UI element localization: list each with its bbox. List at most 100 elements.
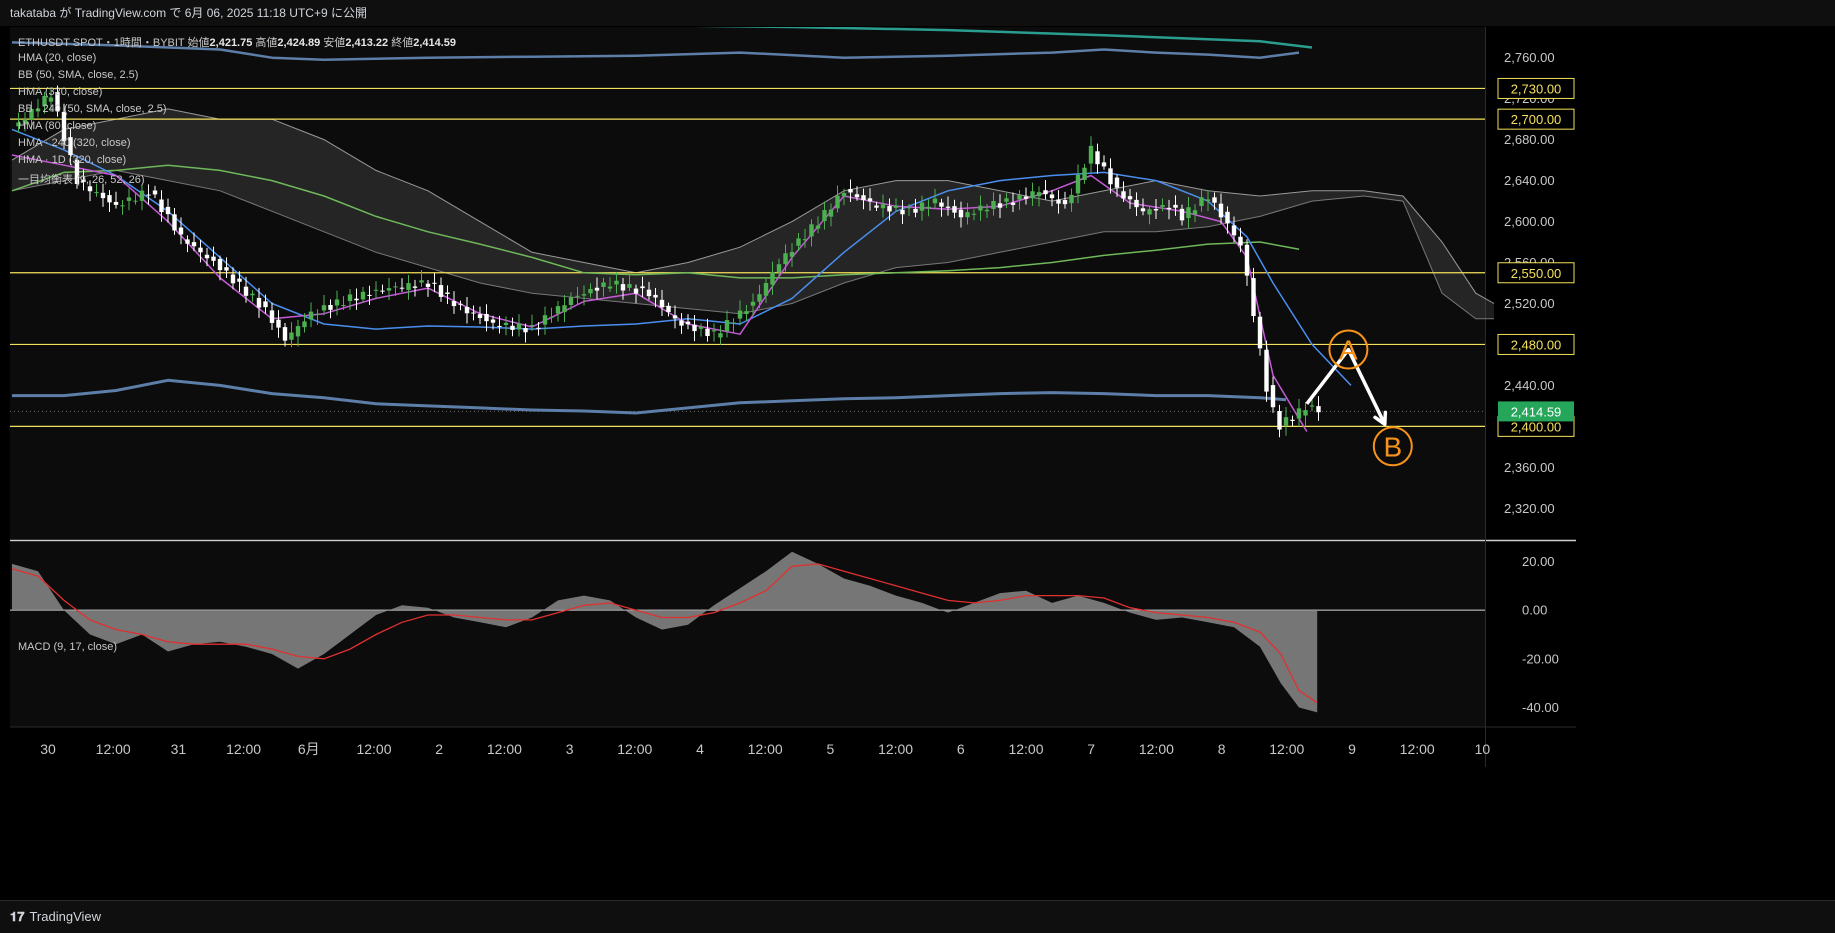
- time-tick-label: 10: [1475, 741, 1491, 757]
- candle-body: [438, 285, 444, 297]
- candle-body: [1056, 199, 1061, 204]
- candle-body: [568, 297, 574, 306]
- candle-body: [126, 197, 132, 201]
- candle-body: [1296, 408, 1302, 419]
- candle-body: [620, 284, 626, 291]
- legend-indicator-hma20[interactable]: HMA (20, close): [18, 52, 96, 64]
- candle-body: [490, 319, 496, 323]
- legend-indicator-ichimoku[interactable]: 一目均衡表 (9, 26, 52, 26): [18, 171, 145, 187]
- candle-body: [399, 287, 405, 289]
- candle-body: [542, 315, 548, 325]
- candle-body: [477, 314, 483, 319]
- candle-body: [1062, 200, 1068, 205]
- candle-body: [1251, 278, 1256, 317]
- candle-body: [659, 299, 665, 308]
- candle-body: [919, 202, 925, 211]
- candle-body: [1069, 194, 1074, 204]
- price-tick-label: 2,440.00: [1504, 378, 1555, 393]
- price-tick-label: 2,320.00: [1504, 501, 1555, 516]
- candle-body: [1017, 195, 1022, 200]
- time-tick-label: 12:00: [1269, 741, 1304, 757]
- chart-canvas[interactable]: ETHUSDT, 1時間ETHUSDT SPOT AB 2,760.002,72…: [10, 15, 1835, 897]
- legend-indicator-bb240[interactable]: BB · 240 (50, SMA, close, 2.5): [18, 103, 167, 115]
- candle-body: [256, 297, 262, 308]
- legend-symbol: ETHUSDT SPOT・1時間・BYBIT 始値2,421.75 高値2,42…: [18, 34, 456, 50]
- candle-body: [347, 294, 353, 302]
- footer-bar: 𝟏𝟕 TradingView: [0, 900, 1835, 933]
- candle-body: [835, 195, 840, 209]
- candle-body: [237, 278, 242, 282]
- last-price-badge-label: 2,414.59: [1511, 404, 1562, 419]
- time-tick-label: 5: [827, 741, 835, 757]
- candle-body: [1043, 190, 1048, 195]
- tradingview-logo[interactable]: 𝟏𝟕 TradingView: [10, 909, 101, 925]
- candle-body: [965, 212, 970, 218]
- time-tick-label: 12:00: [748, 741, 783, 757]
- candle-body: [1173, 204, 1178, 208]
- candle-body: [308, 311, 314, 320]
- annotation-b-label: B: [1383, 431, 1402, 462]
- chart-area[interactable]: ETHUSDT, 1時間ETHUSDT SPOT AB 2,760.002,72…: [10, 15, 1835, 897]
- candle-body: [724, 320, 730, 332]
- legend-indicator-hma240[interactable]: HMA · 240 (320, close): [18, 137, 131, 149]
- legend-indicator-hma320[interactable]: HMA (320, close): [18, 86, 102, 98]
- candle-body: [900, 209, 905, 215]
- candle-body: [685, 321, 691, 325]
- publish-text: takataba が TradingView.com で 6月 06, 2025…: [10, 6, 367, 20]
- time-tick-label: 3: [566, 741, 574, 757]
- candle-body: [1218, 203, 1224, 218]
- legend-indicator-hma80[interactable]: HMA (80, close): [18, 120, 96, 132]
- candle-body: [958, 209, 964, 218]
- low-value: 2,413.22: [345, 37, 389, 49]
- candle-body: [705, 328, 710, 337]
- time-tick-label: 6: [957, 741, 965, 757]
- candle-body: [484, 313, 489, 322]
- candle-body: [367, 294, 372, 296]
- candle-body: [887, 206, 892, 212]
- price-tick-label: 2,680.00: [1504, 132, 1555, 147]
- candle-body: [406, 283, 411, 291]
- legend-macd[interactable]: MACD (9, 17, close): [18, 641, 117, 653]
- candle-body: [315, 313, 320, 315]
- candle-body: [1186, 207, 1191, 219]
- candle-body: [633, 288, 639, 294]
- candle-body: [783, 253, 788, 265]
- candle-body: [1095, 151, 1100, 165]
- candle-body: [269, 310, 275, 323]
- candle-body: [672, 315, 678, 319]
- candle-body: [497, 325, 502, 327]
- candle-body: [1179, 208, 1185, 221]
- candle-body: [1140, 208, 1146, 212]
- candle-body: [386, 288, 392, 291]
- candle-body: [94, 192, 99, 194]
- candle-body: [874, 205, 879, 208]
- candle-body: [1036, 192, 1042, 197]
- level-badge: 2,480.00: [1497, 333, 1575, 355]
- time-tick-label: 12:00: [1139, 741, 1174, 757]
- candle-body: [1212, 197, 1217, 203]
- candle-body: [737, 310, 743, 319]
- candle-body: [698, 326, 704, 329]
- annotation-a-label: A: [1339, 335, 1358, 366]
- legend-indicator-bb[interactable]: BB (50, SMA, close, 2.5): [18, 69, 138, 81]
- macd-tick-label: 20.00: [1522, 554, 1555, 569]
- legend-indicator-hma1d[interactable]: HMA · 1D (320, close): [18, 154, 126, 166]
- candle-body: [432, 282, 437, 284]
- candle-body: [113, 201, 119, 205]
- candle-body: [1049, 194, 1055, 199]
- time-tick-label: 6月: [298, 741, 320, 757]
- candle-body: [1023, 196, 1029, 199]
- candle-body: [718, 333, 723, 338]
- candle-body: [191, 242, 197, 247]
- candle-body: [1101, 162, 1107, 167]
- candle-body: [575, 295, 580, 297]
- candle-body: [978, 205, 983, 211]
- candle-body: [997, 203, 1003, 208]
- candle-body: [744, 311, 749, 315]
- price-tick-label: 2,520.00: [1504, 296, 1555, 311]
- candle-body: [939, 202, 944, 207]
- candle-body: [224, 267, 229, 271]
- candle-body: [1166, 207, 1172, 210]
- candle-body: [263, 301, 268, 308]
- candle-body: [334, 299, 340, 306]
